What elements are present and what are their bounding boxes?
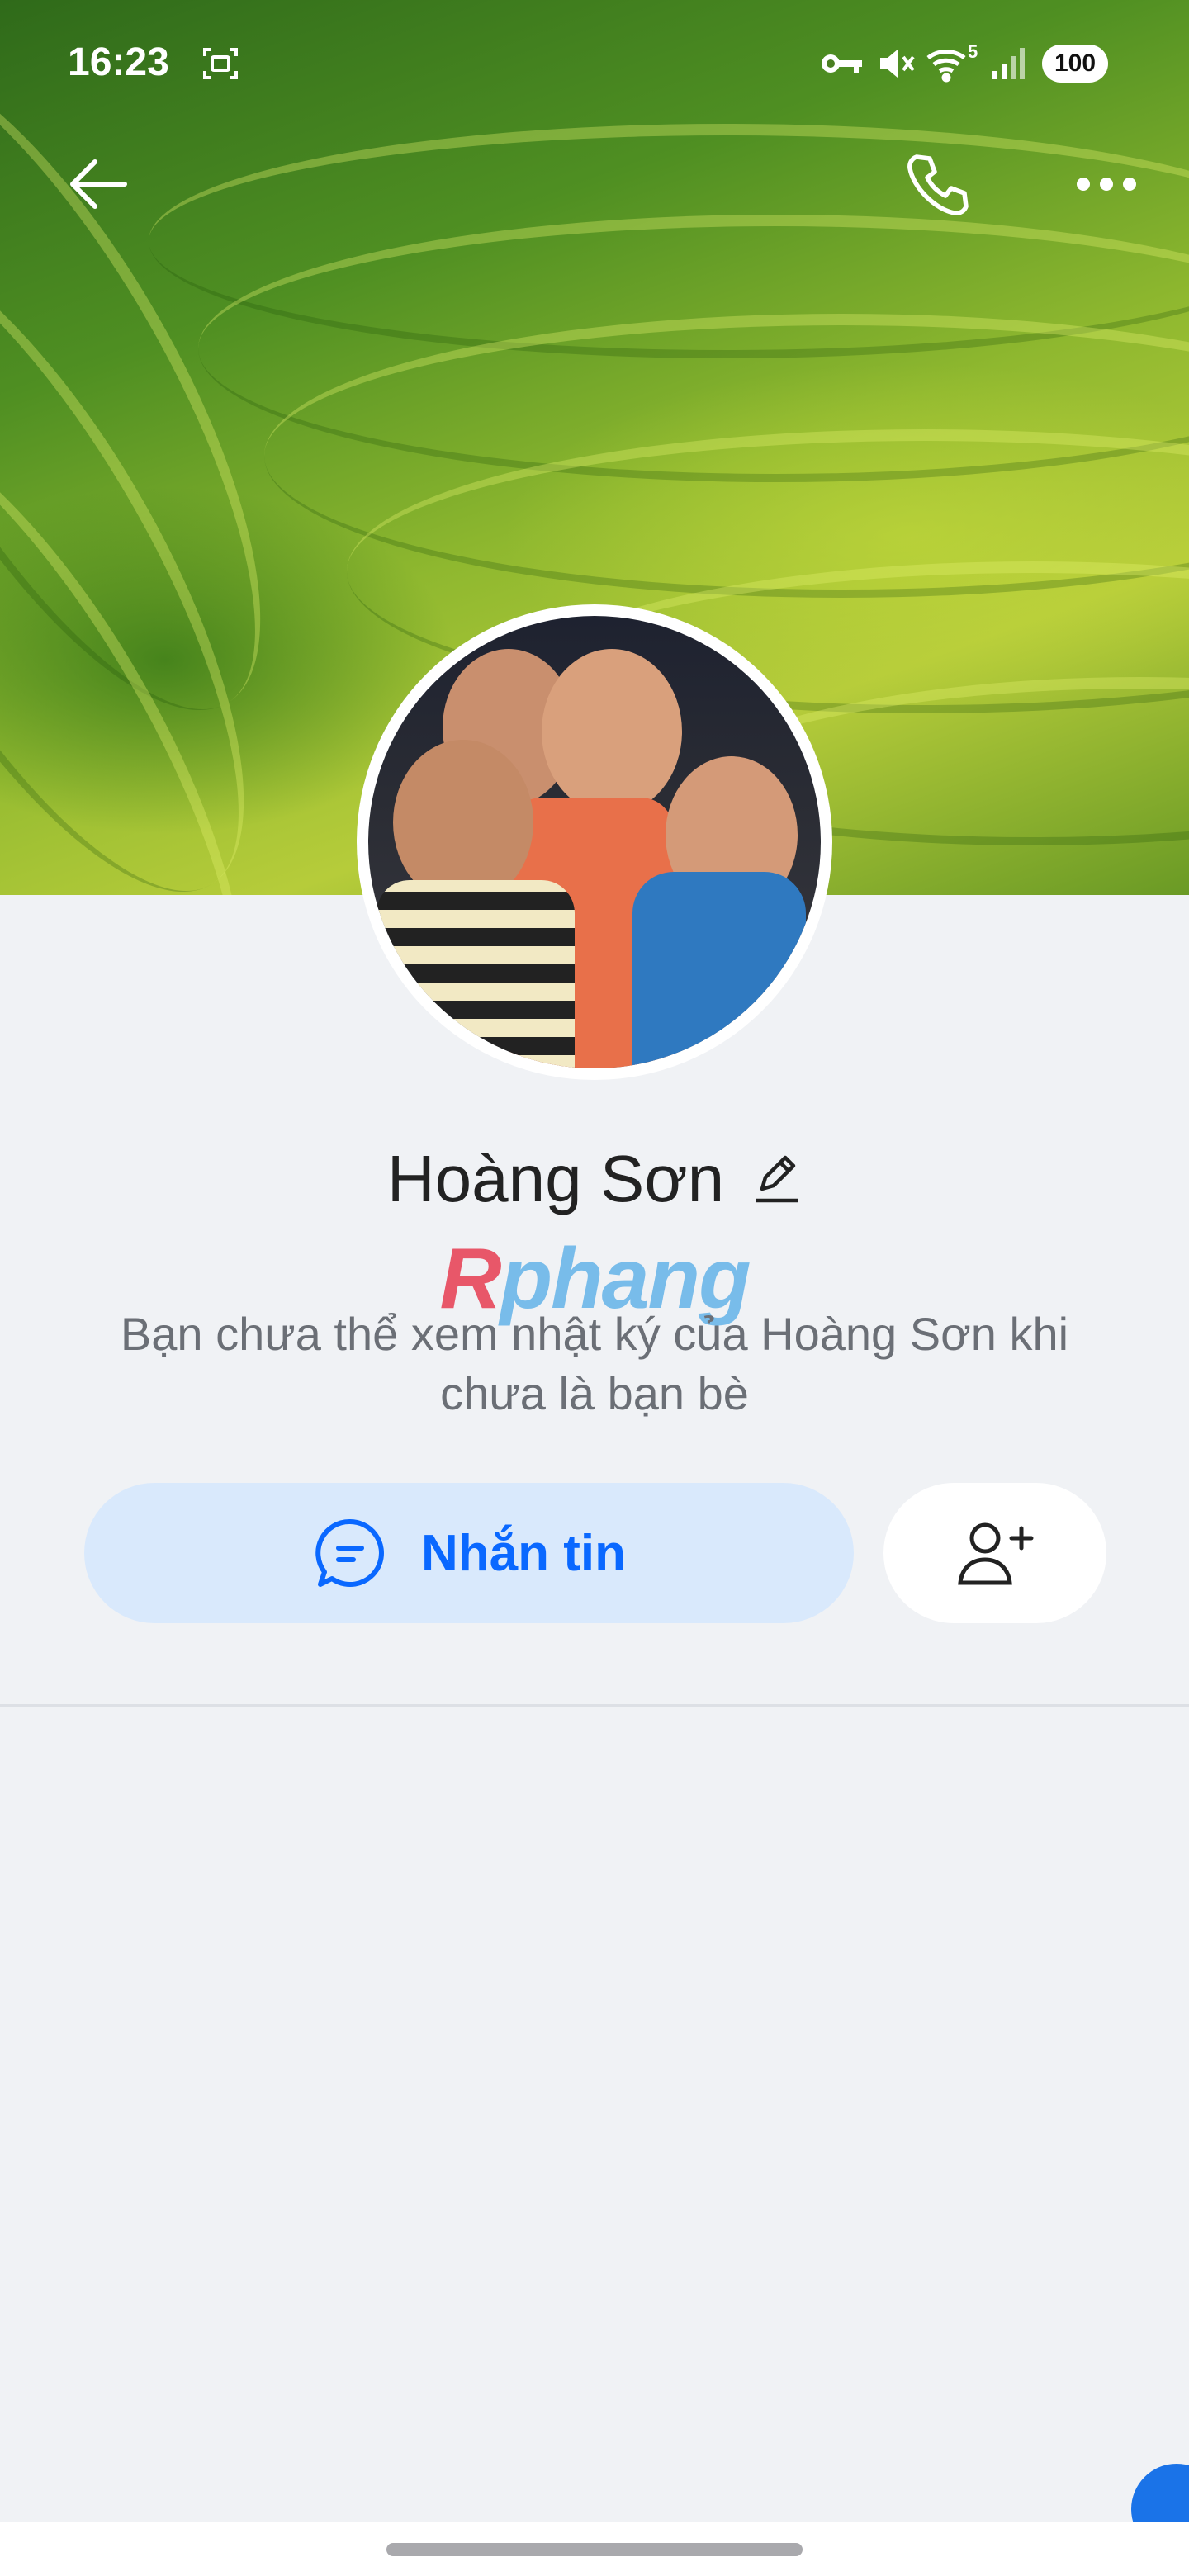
message-button-label: Nhắn tin bbox=[421, 1524, 626, 1582]
user-plus-icon bbox=[955, 1518, 1035, 1588]
network-type-label: 5 bbox=[968, 41, 978, 62]
muted-icon bbox=[875, 43, 917, 88]
section-divider bbox=[0, 1704, 1189, 1707]
vpn-key-icon bbox=[821, 50, 864, 82]
privacy-info-text: Bạn chưa thể xem nhật ký của Hoàng Sơn k… bbox=[120, 1308, 1069, 1419]
wifi-icon bbox=[925, 43, 974, 88]
home-indicator[interactable] bbox=[386, 2543, 803, 2556]
back-button[interactable] bbox=[53, 149, 144, 223]
avatar-photo bbox=[368, 616, 821, 1068]
battery-indicator: 100 bbox=[1042, 45, 1108, 83]
profile-avatar[interactable] bbox=[357, 604, 832, 1080]
message-button[interactable]: Nhắn tin bbox=[84, 1483, 854, 1623]
status-time: 16:23 bbox=[68, 40, 169, 84]
arrow-left-icon bbox=[65, 155, 131, 217]
more-horizontal-icon bbox=[1073, 172, 1139, 201]
add-friend-button[interactable] bbox=[883, 1483, 1106, 1623]
profile-name: Hoàng Sơn bbox=[386, 1142, 725, 1215]
call-button[interactable] bbox=[897, 145, 979, 228]
screen-record-icon bbox=[200, 43, 241, 88]
phone-icon bbox=[903, 150, 973, 224]
signal-icon bbox=[989, 43, 1030, 88]
chat-bubble-icon bbox=[312, 1515, 388, 1591]
pencil-icon[interactable] bbox=[752, 1153, 802, 1205]
status-bar: 16:23 5 100 bbox=[0, 0, 1189, 116]
more-options-button[interactable] bbox=[1065, 149, 1148, 223]
profile-name-row: Hoàng Sơn bbox=[0, 1129, 1189, 1229]
